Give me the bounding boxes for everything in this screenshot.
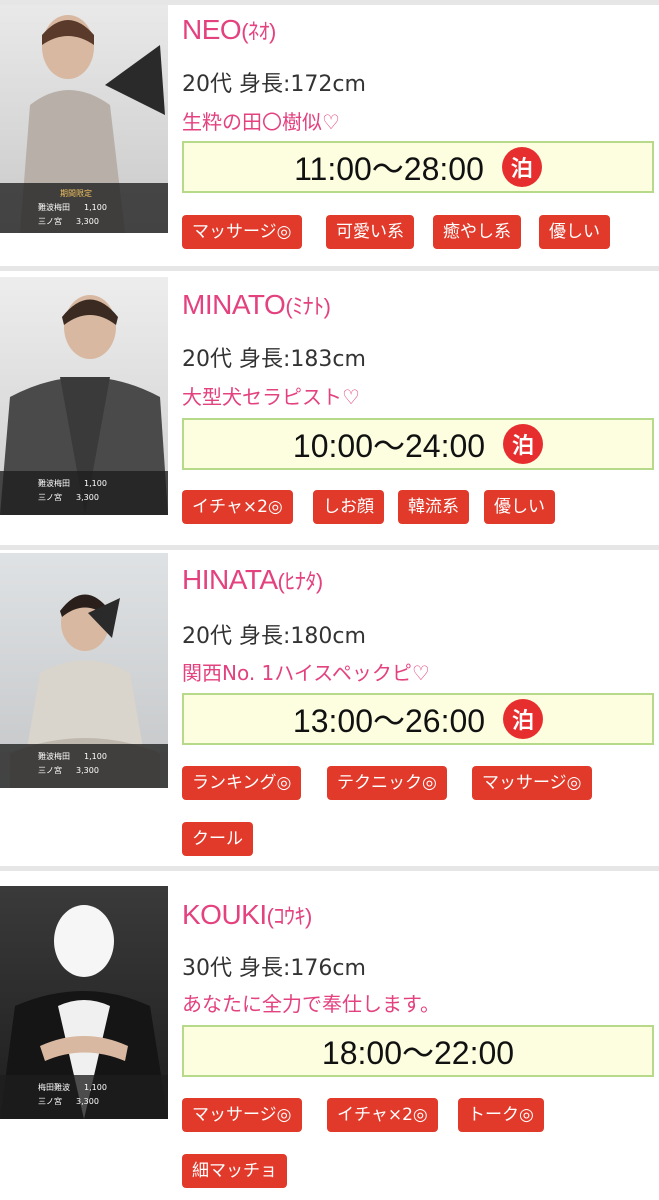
therapist-card-neo[interactable]: 期間限定 難波梅田 1,100 三ノ宮 3,300 NEO(ﾈｵ) 20代 身長:1… (0, 0, 659, 258)
price-value: 1,100 (84, 203, 107, 212)
tag[interactable]: マッサージ◎ (182, 1098, 302, 1132)
age-height: 30代 身長:176cm (182, 956, 366, 981)
tag[interactable]: ランキング◎ (182, 766, 302, 800)
therapist-card-minato[interactable]: 難波梅田 1,100 三ノ宮 3,300 MINATO(ﾐﾅﾄ) 20代 身長:18… (0, 271, 659, 535)
therapist-photo[interactable]: 難波梅田 1,100 三ノ宮 3,300 (0, 277, 168, 515)
therapist-name[interactable]: KOUKI(ｺｳｷ) (182, 899, 312, 931)
overnight-badge: 泊 (503, 699, 544, 739)
name-kana: (ﾈｵ) (241, 19, 276, 44)
price-area: 三ノ宮 (38, 217, 62, 226)
hours-text: 10:00〜24:00 (292, 428, 486, 464)
price-value: 3,300 (76, 217, 99, 226)
therapist-name[interactable]: NEO(ﾈｵ) (182, 14, 276, 46)
price-value: 3,300 (76, 1097, 99, 1106)
age-height: 20代 身長:183cm (182, 347, 366, 372)
working-hours: 10:00〜24:00 泊 (182, 418, 654, 470)
name-text: MINATO (182, 289, 286, 320)
price-value: 1,100 (84, 479, 107, 488)
price-overlay: 梅田難波 1,100 三ノ宮 3,300 (0, 1075, 168, 1119)
overnight-badge: 泊 (503, 424, 544, 464)
price-value: 1,100 (84, 1083, 107, 1092)
tag[interactable]: マッサージ◎ (182, 215, 302, 249)
tag[interactable]: 優しい (484, 490, 555, 524)
age-height: 20代 身長:172cm (182, 72, 366, 97)
therapist-card-hinata[interactable]: 難波梅田 1,100 三ノ宮 3,300 HINATA(ﾋﾅﾀ) 20代 身長:18… (0, 550, 659, 860)
price-value: 3,300 (76, 766, 99, 775)
price-value: 1,100 (84, 752, 107, 761)
catchphrase: 大型犬セラピスト♡ (182, 385, 360, 409)
age-height: 20代 身長:180cm (182, 624, 366, 649)
working-hours: 13:00〜26:00 泊 (182, 693, 654, 745)
tag[interactable]: マッサージ◎ (472, 766, 592, 800)
catchphrase: 生粋の田〇樹似♡ (182, 110, 340, 134)
hours-text: 11:00〜28:00 (294, 151, 484, 187)
therapist-name[interactable]: HINATA(ﾋﾅﾀ) (182, 564, 323, 596)
tag[interactable]: しお顔 (313, 490, 384, 524)
limited-label: 期間限定 (60, 189, 92, 198)
name-text: NEO (182, 14, 242, 45)
overnight-badge: 泊 (501, 147, 542, 187)
hours-text: 18:00〜22:00 (321, 1035, 515, 1071)
name-kana: (ﾐﾅﾄ) (285, 294, 331, 319)
price-area: 難波梅田 (38, 752, 70, 761)
working-hours: 18:00〜22:00 (182, 1025, 654, 1077)
tag[interactable]: 細マッチョ (182, 1154, 287, 1188)
working-hours: 11:00〜28:00 泊 (182, 141, 654, 193)
price-overlay: 難波梅田 1,100 三ノ宮 3,300 (0, 471, 168, 515)
tag[interactable]: 癒やし系 (433, 215, 521, 249)
name-text: KOUKI (182, 899, 267, 930)
tag[interactable]: イチャ×2◎ (182, 490, 293, 524)
price-area: 三ノ宮 (38, 493, 62, 502)
name-kana: (ｺｳｷ) (266, 904, 313, 929)
price-area: 難波梅田 (38, 203, 70, 212)
therapist-photo[interactable]: 難波梅田 1,100 三ノ宮 3,300 (0, 553, 168, 788)
hours-text: 13:00〜26:00 (292, 703, 486, 739)
tag[interactable]: トーク◎ (458, 1098, 544, 1132)
therapist-card-kouki[interactable]: 梅田難波 1,100 三ノ宮 3,300 KOUKI(ｺｳｷ) 30代 身長:176… (0, 871, 659, 1200)
price-area: 梅田難波 (38, 1083, 70, 1092)
tag[interactable]: クール (182, 822, 253, 856)
catchphrase: あなたに全力で奉仕します。 (182, 992, 440, 1016)
therapist-name[interactable]: MINATO(ﾐﾅﾄ) (182, 289, 331, 321)
therapist-photo[interactable]: 梅田難波 1,100 三ノ宮 3,300 (0, 886, 168, 1119)
catchphrase: 関西No. 1ハイスペックピ♡ (182, 661, 430, 685)
tag[interactable]: 可愛い系 (326, 215, 414, 249)
price-value: 3,300 (76, 493, 99, 502)
tag[interactable]: 韓流系 (398, 490, 469, 524)
price-overlay: 期間限定 難波梅田 1,100 三ノ宮 3,300 (0, 183, 168, 233)
price-overlay: 難波梅田 1,100 三ノ宮 3,300 (0, 744, 168, 788)
name-text: HINATA (182, 564, 278, 595)
name-kana: (ﾋﾅﾀ) (277, 569, 324, 594)
therapist-photo[interactable]: 期間限定 難波梅田 1,100 三ノ宮 3,300 (0, 5, 168, 233)
tag[interactable]: 優しい (539, 215, 610, 249)
price-area: 難波梅田 (38, 479, 70, 488)
tag[interactable]: テクニック◎ (327, 766, 447, 800)
price-area: 三ノ宮 (38, 766, 62, 775)
tag[interactable]: イチャ×2◎ (327, 1098, 438, 1132)
price-area: 三ノ宮 (38, 1097, 62, 1106)
